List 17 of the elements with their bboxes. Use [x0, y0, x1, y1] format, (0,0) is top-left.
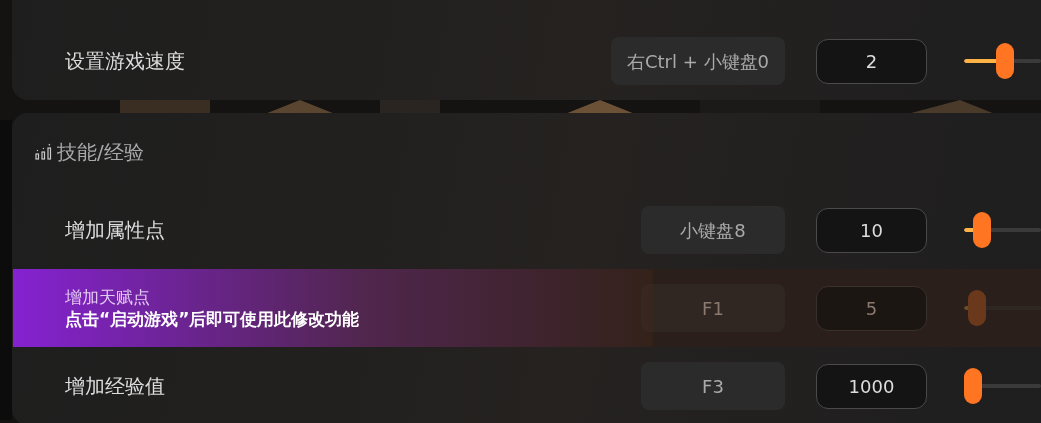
slider-thumb[interactable] [964, 368, 982, 404]
row-label: 增加属性点 [65, 218, 165, 242]
hotkey-button[interactable]: 小键盘8 [641, 206, 785, 254]
value-field[interactable]: 1000 [816, 363, 927, 409]
slider-thumb[interactable] [973, 212, 991, 248]
value-field[interactable]: 10 [816, 207, 927, 253]
row-label: 增加经验值 [65, 374, 165, 398]
slider-thumb[interactable] [968, 290, 986, 326]
value-field[interactable]: 2 [816, 38, 927, 84]
stats-chart-icon [35, 143, 53, 161]
section-title: 技能/经验 [57, 139, 144, 166]
notice-text: 点击“启动游戏”后即可使用此修改功能 [65, 308, 360, 330]
hotkey-button[interactable]: F3 [641, 362, 785, 410]
slider-thumb[interactable] [996, 43, 1014, 79]
row-label: 设置游戏速度 [65, 49, 185, 73]
hotkey-button[interactable]: 右Ctrl + 小键盘0 [611, 37, 785, 85]
row-label: 增加天赋点 [65, 286, 150, 308]
